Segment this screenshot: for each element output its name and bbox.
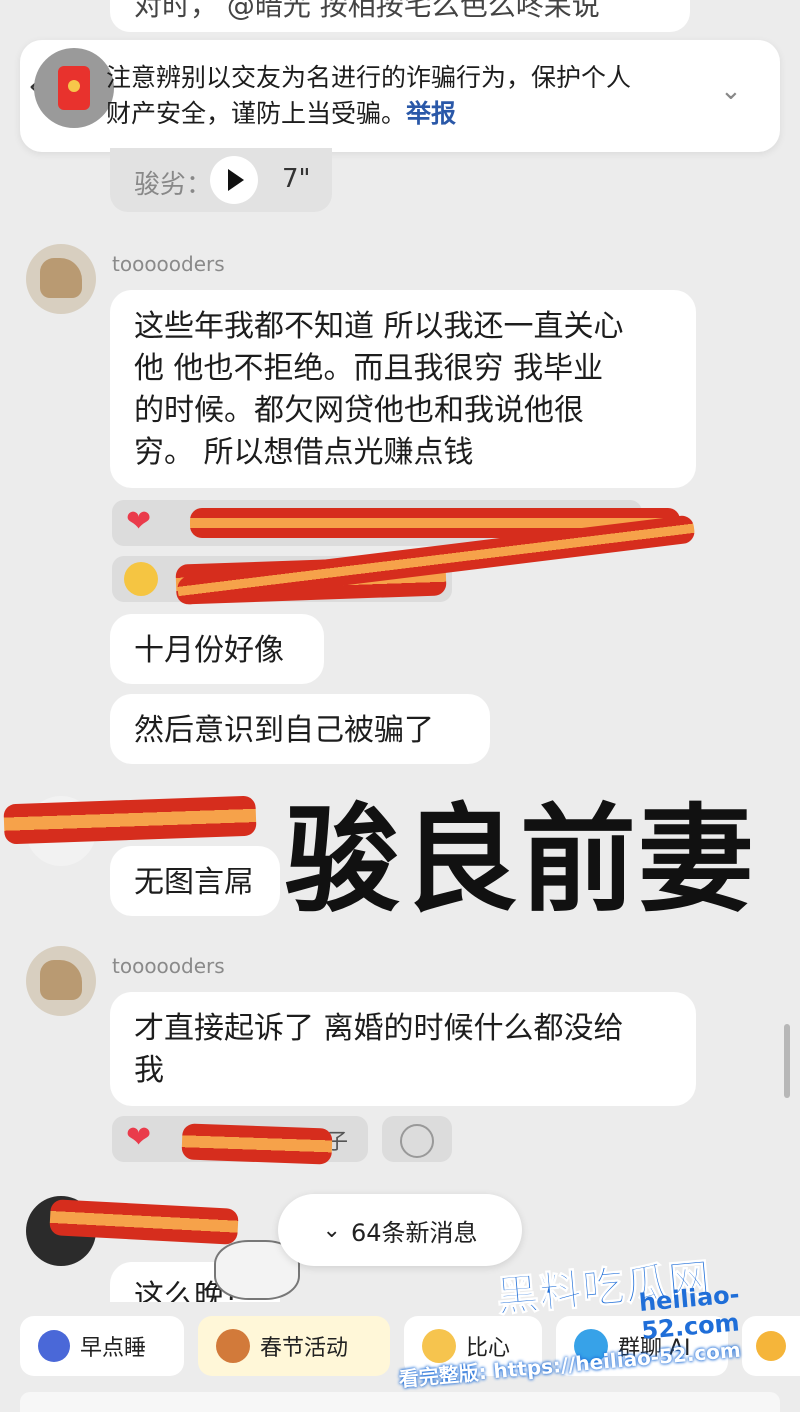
message-text: 无图言屌 (134, 865, 254, 900)
hug-emoji-icon (124, 562, 158, 596)
message-text: 然后意识到自己被骗了 (134, 713, 434, 748)
quick-action-festival[interactable]: 春节活动 (198, 1316, 390, 1376)
message-line: 我 (134, 1053, 164, 1088)
report-link[interactable]: 举报 (406, 99, 456, 128)
heart-icon: ❤ (126, 504, 152, 539)
avatar[interactable] (26, 244, 96, 314)
notice-line-1: 注意辨别以交友为名进行的诈骗行为，保护个人 (106, 63, 632, 92)
input-strip[interactable] (20, 1392, 780, 1412)
quick-action-label: 早点睡 (80, 1336, 147, 1361)
safety-notice-banner: ‹ 注意辨别以交友为名进行的诈骗行为，保护个人 财产安全，谨防上当受骗。举报 ⌄ (20, 40, 780, 152)
redaction-mark (181, 1123, 333, 1165)
username[interactable]: toooooders (112, 954, 225, 978)
voice-message[interactable]: 骏劣： 7" (110, 148, 332, 212)
quick-action-sleep[interactable]: 早点睡 (20, 1316, 184, 1376)
dog-avatar-icon (40, 258, 82, 298)
notice-text: 注意辨别以交友为名进行的诈骗行为，保护个人 财产安全，谨防上当受骗。举报 (106, 60, 706, 132)
chevron-down-icon[interactable]: ⌄ (720, 76, 742, 106)
redaction-mark (3, 795, 257, 845)
play-icon[interactable] (210, 156, 258, 204)
heart-icon: ❤ (126, 1120, 152, 1155)
message-bubble[interactable]: 然后意识到自己被骗了 (110, 694, 490, 764)
moon-icon (38, 1330, 70, 1362)
notice-line-2-text: 财产安全，谨防上当受骗。 (106, 99, 407, 128)
voice-sender-label: 骏劣： (134, 170, 213, 200)
scrollbar[interactable] (784, 1024, 790, 1098)
new-messages-label: 64条新消息 (350, 1218, 478, 1247)
message-text: 十月份好像 (134, 633, 284, 668)
message-line: 穷。 所以想借点光赚点钱 (134, 435, 474, 470)
message-bubble[interactable]: 才直接起诉了 离婚的时候什么都没给 我 (110, 992, 696, 1106)
red-envelope-icon[interactable] (34, 48, 114, 128)
emoji-icon (400, 1124, 434, 1158)
new-messages-button[interactable]: ⌄ 64条新消息 (278, 1194, 522, 1266)
notice-line-2: 财产安全，谨防上当受骗。举报 (106, 96, 706, 132)
avatar[interactable] (26, 946, 96, 1016)
top-partial-message: 对时， @暗光 按相按宅么色么咚呆说 (110, 0, 690, 32)
double-chevron-down-icon: ⌄ (322, 1217, 341, 1243)
voice-duration: 7" (282, 164, 311, 194)
message-bubble[interactable]: 这些年我都不知道 所以我还一直关心 他 他也不拒绝。而且我很穷 我毕业 的时候。… (110, 290, 696, 488)
message-bubble[interactable]: 十月份好像 (110, 614, 324, 684)
festival-icon (216, 1329, 250, 1363)
message-line: 他 他也不拒绝。而且我很穷 我毕业 (134, 351, 604, 386)
top-partial-text: 对时， @暗光 按相按宅么色么咚呆说 (134, 0, 600, 22)
message-line: 的时候。都欠网贷他也和我说他很 (134, 393, 584, 428)
reaction-row[interactable] (382, 1116, 452, 1162)
message-line: 这些年我都不知道 所以我还一直关心 (134, 309, 624, 344)
dog-avatar-icon (40, 960, 82, 1000)
message-bubble[interactable]: 无图言屌 (110, 846, 280, 916)
message-line: 才直接起诉了 离婚的时候什么都没给 (134, 1011, 624, 1046)
overlay-title: 骏良前妻 (284, 793, 756, 928)
username[interactable]: toooooders (112, 252, 225, 276)
quick-action-label: 春节活动 (260, 1336, 349, 1361)
